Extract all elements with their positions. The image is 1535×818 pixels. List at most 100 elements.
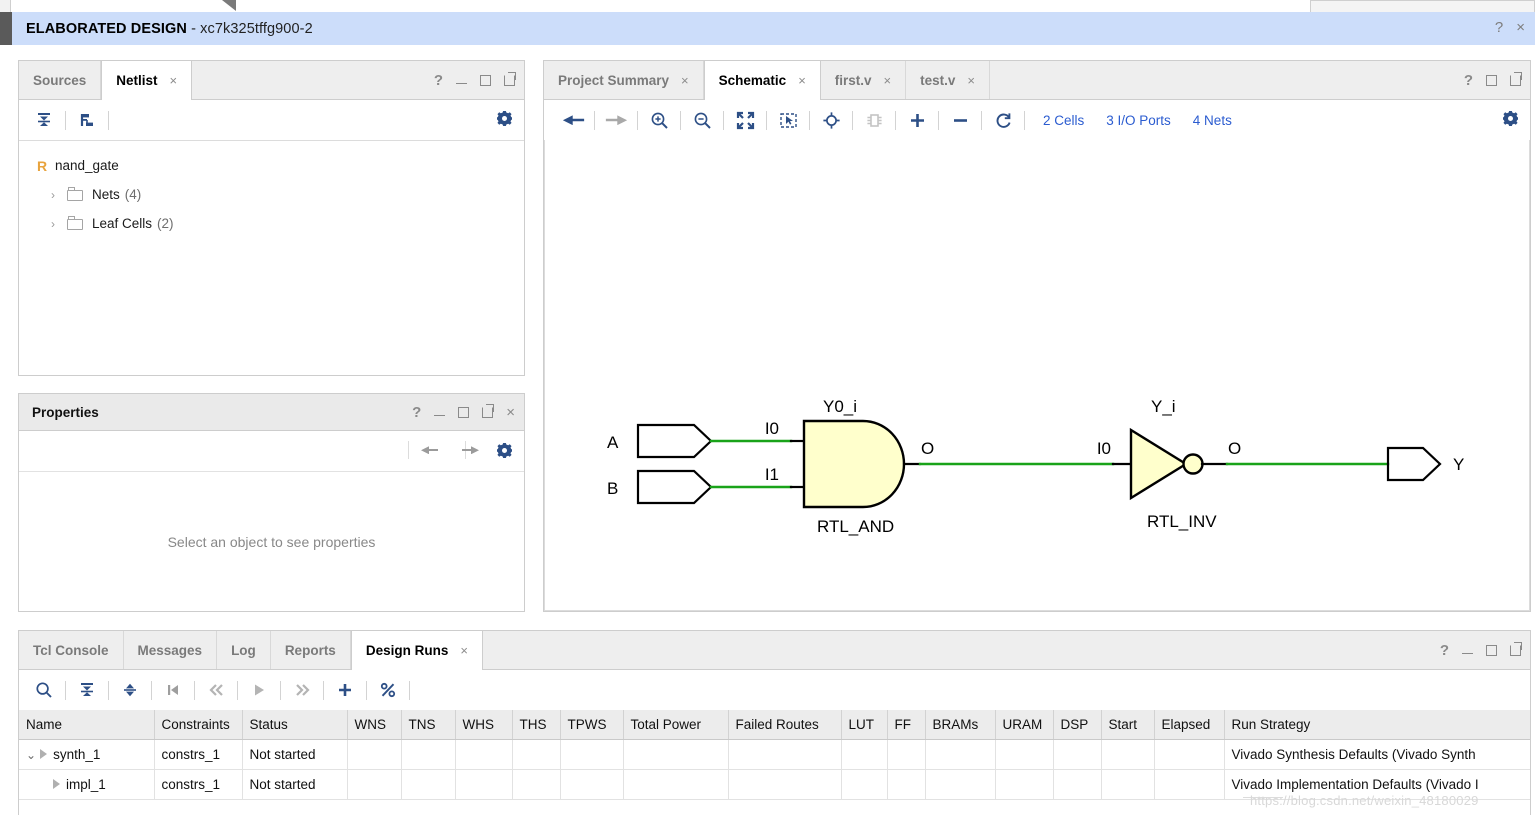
- center-view-icon[interactable]: [814, 105, 848, 135]
- col-dsp[interactable]: DSP: [1053, 710, 1102, 740]
- col-lut[interactable]: LUT: [841, 710, 888, 740]
- settings-gear-icon[interactable]: [497, 111, 512, 129]
- col-ff[interactable]: FF: [887, 710, 926, 740]
- tree-item-leaf-cells[interactable]: › Leaf Cells (2): [19, 209, 524, 238]
- close-icon[interactable]: ×: [798, 73, 806, 88]
- tab-first-v[interactable]: first.v ×: [821, 61, 907, 99]
- maximize-icon[interactable]: [480, 74, 491, 86]
- cell-run-strategy: Vivado Synthesis Defaults (Vivado Synth: [1224, 739, 1530, 770]
- col-wns[interactable]: WNS: [347, 710, 402, 740]
- expand-all-icon[interactable]: [113, 675, 147, 705]
- col-name[interactable]: Name: [19, 710, 155, 740]
- minimize-icon[interactable]: [434, 415, 446, 416]
- help-icon[interactable]: ?: [1495, 20, 1503, 36]
- first-run-icon[interactable]: [156, 675, 190, 705]
- zoom-fit-icon[interactable]: [728, 105, 762, 135]
- col-tns[interactable]: TNS: [401, 710, 456, 740]
- expander-icon[interactable]: ⌄: [26, 748, 36, 762]
- col-uram[interactable]: URAM: [995, 710, 1054, 740]
- col-start[interactable]: Start: [1101, 710, 1155, 740]
- tab-tcl-console[interactable]: Tcl Console ×: [19, 631, 124, 669]
- cell-name[interactable]: impl_1: [19, 769, 155, 800]
- maximize-icon[interactable]: [458, 406, 470, 418]
- tab-schematic[interactable]: Schematic ×: [703, 61, 821, 100]
- help-icon[interactable]: ?: [434, 73, 443, 88]
- back-arrow-icon[interactable]: [421, 444, 438, 459]
- tree-item-nets[interactable]: › Nets (4): [19, 180, 524, 209]
- popout-icon[interactable]: [482, 403, 495, 418]
- minimize-icon[interactable]: [1462, 653, 1473, 654]
- chevron-right-icon[interactable]: ›: [51, 188, 67, 202]
- maximize-icon[interactable]: [1486, 74, 1497, 86]
- tab-log[interactable]: Log ×: [217, 631, 271, 669]
- close-icon[interactable]: ×: [884, 73, 892, 88]
- popout-icon[interactable]: [504, 71, 516, 86]
- help-icon[interactable]: ?: [412, 405, 421, 420]
- design-runs-table-wrapper[interactable]: Name Constraints Status WNS TNS WHS THS …: [19, 710, 1530, 815]
- stat-cells[interactable]: 2 Cells: [1043, 113, 1084, 128]
- col-status[interactable]: Status: [242, 710, 348, 740]
- tab-netlist[interactable]: Netlist ×: [101, 61, 193, 100]
- close-icon[interactable]: ×: [170, 73, 178, 88]
- tab-project-summary[interactable]: Project Summary ×: [544, 61, 704, 99]
- forward-arrow-icon[interactable]: [462, 444, 479, 459]
- close-icon[interactable]: ×: [506, 405, 515, 420]
- run-arrow-icon[interactable]: [40, 749, 48, 759]
- schematic-canvas[interactable]: A B I0 I1 Y0_i RTL_AND O I0 Y_i RTL_INV …: [544, 140, 1530, 611]
- settings-gear-icon[interactable]: [497, 443, 512, 461]
- add-icon[interactable]: [900, 105, 934, 135]
- close-icon[interactable]: ×: [681, 73, 689, 88]
- collapse-all-icon[interactable]: [27, 105, 61, 135]
- back-arrow-icon[interactable]: [556, 105, 590, 135]
- table-row[interactable]: impl_1 constrs_1 Not started Vivado Impl…: [19, 769, 1530, 800]
- toolbar-separator: [809, 110, 810, 130]
- col-whs[interactable]: WHS: [455, 710, 513, 740]
- chevron-right-icon[interactable]: ›: [51, 217, 67, 231]
- tab-design-runs[interactable]: Design Runs ×: [350, 631, 483, 670]
- close-icon[interactable]: ×: [460, 643, 468, 658]
- help-icon[interactable]: ?: [1440, 643, 1449, 658]
- stat-io-ports[interactable]: 3 I/O Ports: [1106, 113, 1171, 128]
- forward-arrow-icon[interactable]: [599, 105, 633, 135]
- col-failed-routes[interactable]: Failed Routes: [728, 710, 842, 740]
- table-row[interactable]: ⌄ synth_1 constrs_1 Not started Vivado S…: [19, 739, 1530, 770]
- col-ths[interactable]: THS: [512, 710, 561, 740]
- run-arrow-icon[interactable]: [53, 779, 60, 789]
- previous-run-icon[interactable]: [199, 675, 233, 705]
- tree-item-nand-gate[interactable]: R nand_gate: [19, 151, 524, 180]
- launch-run-icon[interactable]: [242, 675, 276, 705]
- popout-icon[interactable]: [1510, 71, 1522, 86]
- tab-reports[interactable]: Reports ×: [271, 631, 351, 669]
- settings-gear-icon[interactable]: [1503, 111, 1518, 129]
- zoom-in-icon[interactable]: [642, 105, 676, 135]
- col-tpws[interactable]: TPWS: [560, 710, 624, 740]
- regenerate-icon[interactable]: [986, 105, 1020, 135]
- stat-nets[interactable]: 4 Nets: [1193, 113, 1232, 128]
- minimize-icon[interactable]: [456, 83, 467, 84]
- search-icon[interactable]: [27, 675, 61, 705]
- cell-name[interactable]: ⌄ synth_1: [19, 739, 155, 770]
- popout-icon[interactable]: [1510, 641, 1522, 656]
- col-elapsed[interactable]: Elapsed: [1154, 710, 1225, 740]
- tab-messages[interactable]: Messages ×: [124, 631, 218, 669]
- help-icon[interactable]: ?: [1464, 73, 1473, 88]
- tab-sources[interactable]: Sources ×: [19, 61, 102, 99]
- col-constraints[interactable]: Constraints: [154, 710, 243, 740]
- col-run-strategy[interactable]: Run Strategy: [1224, 710, 1530, 740]
- col-total-power[interactable]: Total Power: [623, 710, 729, 740]
- expand-flatten-icon[interactable]: [70, 105, 104, 135]
- toolbar-separator: [766, 110, 767, 130]
- zoom-out-icon[interactable]: [685, 105, 719, 135]
- close-icon[interactable]: ×: [967, 73, 975, 88]
- maximize-icon[interactable]: [1486, 644, 1497, 656]
- add-run-icon[interactable]: [328, 675, 362, 705]
- percent-complete-icon[interactable]: [371, 675, 405, 705]
- expand-cell-icon[interactable]: [857, 105, 891, 135]
- close-icon[interactable]: ×: [1516, 20, 1525, 36]
- collapse-all-icon[interactable]: [70, 675, 104, 705]
- tab-test-v[interactable]: test.v ×: [906, 61, 991, 99]
- zoom-area-icon[interactable]: [771, 105, 805, 135]
- next-run-icon[interactable]: [285, 675, 319, 705]
- remove-icon[interactable]: [943, 105, 977, 135]
- col-brams[interactable]: BRAMs: [925, 710, 996, 740]
